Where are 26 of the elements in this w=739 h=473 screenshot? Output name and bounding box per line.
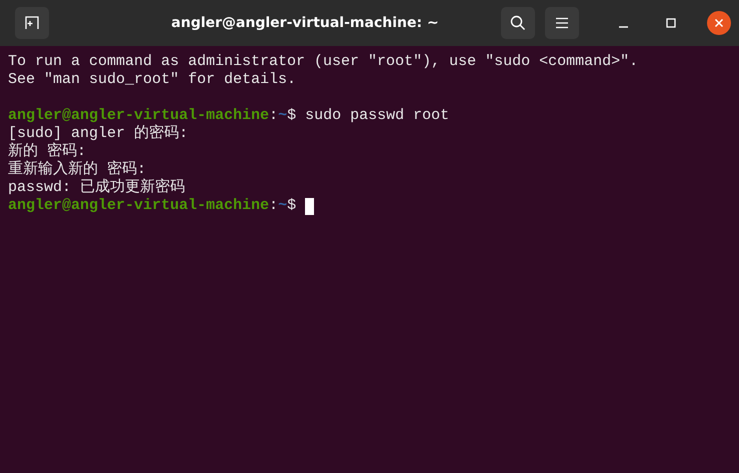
prompt-path: ~	[278, 107, 288, 125]
menu-icon	[555, 17, 569, 29]
prompt-path: ~	[278, 197, 288, 215]
maximize-icon	[666, 18, 676, 28]
terminal-text: 重新输入新的 密码:	[8, 161, 146, 178]
window-title: angler@angler-virtual-machine: ~	[171, 14, 439, 30]
close-icon	[714, 18, 724, 28]
menu-button[interactable]	[545, 7, 579, 39]
search-button[interactable]	[501, 7, 535, 39]
new-tab-button[interactable]	[15, 7, 49, 39]
search-icon	[510, 15, 526, 31]
terminal-text: 新的 密码:	[8, 143, 86, 160]
terminal-text: :	[269, 107, 278, 125]
prompt-user: angler@angler-virtual-machine	[8, 197, 270, 215]
close-button[interactable]	[707, 11, 731, 35]
terminal-text: passwd: 已成功更新密码	[8, 179, 186, 197]
terminal-text: See "man sudo_root" for details.	[8, 71, 296, 89]
cursor	[305, 198, 314, 214]
terminal-text: [sudo] angler 的密码:	[8, 125, 188, 142]
terminal-text: To run a command as administrator (user "root"), use "sudo <command>".	[8, 53, 638, 71]
prompt-user: angler@angler-virtual-machine	[8, 107, 270, 124]
terminal-text: :	[269, 197, 278, 215]
new-tab-icon	[24, 15, 40, 31]
minimize-icon	[618, 26, 628, 28]
terminal-text: $ sudo passwd root	[287, 107, 450, 125]
terminal-text: $	[287, 197, 298, 215]
